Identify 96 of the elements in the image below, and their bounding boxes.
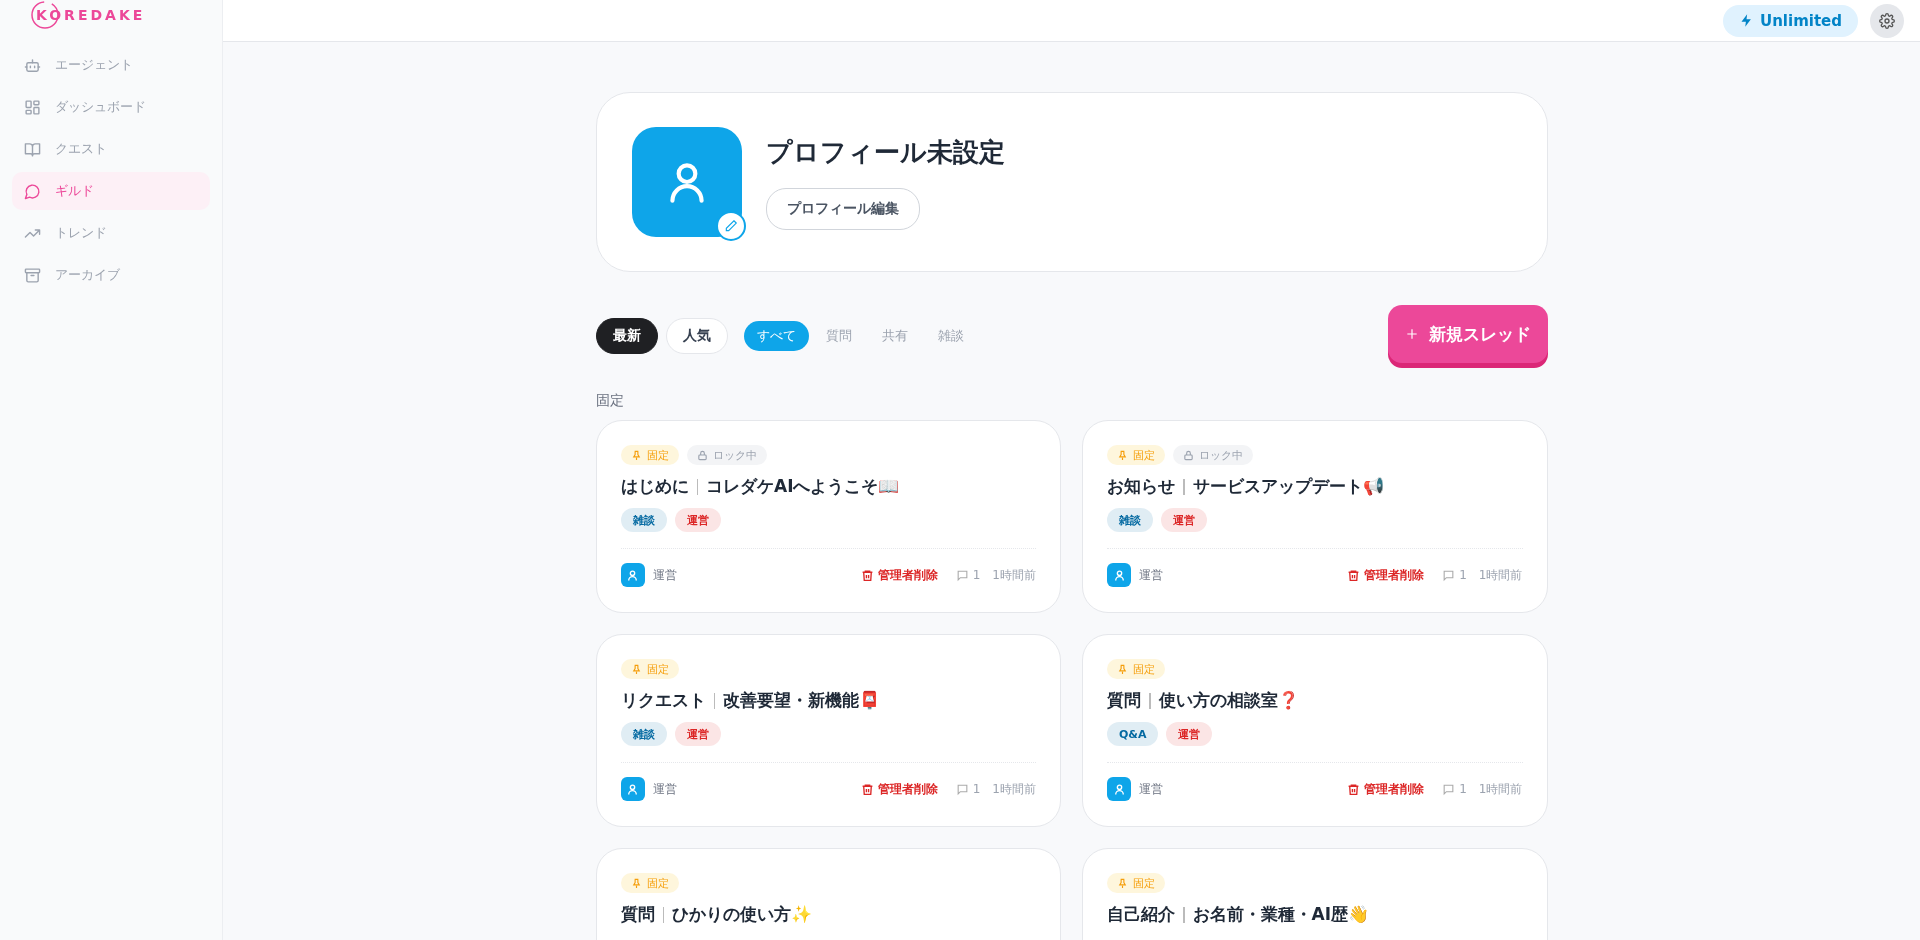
lock-icon	[1183, 449, 1194, 461]
pinned-badge: 固定	[620, 873, 679, 893]
tag: Q&A	[1107, 722, 1159, 746]
sidebar-item[interactable]: エージェント	[12, 46, 210, 84]
comment-icon	[1442, 568, 1456, 582]
thread-card[interactable]: 固定 自己紹介 お名前・業種・AI歴👋	[1082, 848, 1548, 940]
post-time: 1時間前	[992, 566, 1036, 584]
trash-icon	[1347, 782, 1361, 796]
sort-tab[interactable]: 人気	[665, 318, 728, 354]
thread-card[interactable]: 固定 ロック中 お知らせ サービスアップデート📢 雑談 運営 運営 管理者削除 1 1時間前	[1082, 420, 1548, 613]
post-time: 1時間前	[1478, 566, 1523, 584]
pin-icon	[630, 663, 642, 675]
pinned-badge: 固定	[1107, 445, 1165, 465]
admin-delete-button[interactable]: 管理者削除	[860, 566, 938, 584]
comment-icon	[955, 568, 969, 582]
thread-card[interactable]: 固定 質問 使い方の相談室❓ Q&A 運営 運営 管理者削除 1 1時間前	[1082, 634, 1548, 827]
thread-title: ひかりの使い方✨	[672, 903, 812, 926]
post-time: 1時間前	[1478, 780, 1523, 798]
pinned-badge: 固定	[620, 445, 679, 465]
lightning-icon	[1739, 13, 1754, 28]
comment-icon	[955, 782, 969, 796]
tag: 雑談	[1107, 508, 1153, 532]
pin-icon	[630, 449, 642, 461]
edit-profile-button[interactable]: プロフィール編集	[765, 187, 920, 230]
thread-title: 改善要望・新機能📮	[723, 689, 880, 712]
comment-count: 1	[972, 568, 981, 582]
pin-icon	[630, 877, 642, 889]
sidebar-item[interactable]: アーカイブ	[12, 256, 210, 294]
category-tab[interactable]: 雑談	[924, 321, 977, 351]
thread-category: リクエスト	[620, 689, 706, 712]
trash-icon	[860, 568, 874, 582]
admin-delete-button[interactable]: 管理者削除	[1347, 780, 1425, 798]
plan-badge[interactable]: Unlimited	[1723, 4, 1858, 37]
post-time: 1時間前	[992, 780, 1036, 798]
plus-icon	[1404, 327, 1419, 341]
chat-bubble-icon	[24, 182, 41, 200]
thread-card[interactable]: 固定 リクエスト 改善要望・新機能📮 雑談 運営 運営 管理者削除 1 1時間前	[595, 634, 1061, 827]
user-icon	[1112, 568, 1126, 582]
tag: 雑談	[620, 722, 667, 746]
sort-tab[interactable]: 最新	[595, 318, 658, 354]
user-icon	[626, 568, 639, 582]
admin-delete-button[interactable]: 管理者削除	[860, 780, 938, 798]
author-name: 運営	[652, 566, 677, 584]
pinned-badge: 固定	[1107, 659, 1165, 679]
thread-category: はじめに	[620, 475, 689, 498]
pin-icon	[1117, 877, 1128, 889]
locked-badge: ロック中	[686, 445, 767, 465]
settings-icon	[1879, 12, 1895, 29]
robot-icon	[24, 56, 41, 74]
tag: 運営	[674, 508, 721, 532]
pin-icon	[1117, 449, 1128, 461]
user-icon	[1112, 782, 1126, 796]
thread-title: サービスアップデート📢	[1192, 475, 1384, 498]
sidebar-item[interactable]: クエスト	[12, 130, 210, 168]
section-label: 固定	[595, 392, 625, 410]
thread-card[interactable]: 固定 ロック中 はじめに コレダケAIへようこそ📖 雑談 運営 運営 管理者削除 1 1時間前	[595, 420, 1061, 613]
grid-icon	[24, 98, 41, 116]
comment-count: 1	[1459, 568, 1467, 582]
thread-category: 質問	[1107, 689, 1141, 712]
pin-icon	[1117, 663, 1128, 675]
thread-category: お知らせ	[1107, 475, 1175, 498]
lock-icon	[696, 449, 708, 461]
thread-card[interactable]: 固定 質問 ひかりの使い方✨	[595, 848, 1061, 940]
sidebar-item[interactable]: ダッシュボード	[12, 88, 210, 126]
book-icon	[24, 140, 41, 158]
author-name: 運営	[652, 780, 677, 798]
category-tab[interactable]: すべて	[743, 321, 809, 351]
thread-category: 質問	[620, 903, 655, 926]
thread-category: 自己紹介	[1107, 903, 1175, 926]
category-tab[interactable]: 質問	[812, 321, 865, 351]
profile-name: プロフィール未設定	[765, 135, 1005, 169]
user-icon	[626, 782, 639, 796]
comment-count: 1	[1459, 782, 1467, 796]
tag: 運営	[674, 722, 721, 746]
sidebar-item[interactable]: ギルド	[12, 172, 210, 210]
trash-icon	[860, 782, 874, 796]
settings-button[interactable]	[1870, 3, 1904, 38]
locked-badge: ロック中	[1173, 445, 1253, 465]
category-tab[interactable]: 共有	[868, 321, 921, 351]
author-name: 運営	[1139, 566, 1163, 584]
thread-title: お名前・業種・AI歴👋	[1192, 903, 1369, 926]
admin-delete-button[interactable]: 管理者削除	[1347, 566, 1425, 584]
tag: 雑談	[620, 508, 667, 532]
trash-icon	[1347, 568, 1361, 582]
comment-icon	[1442, 782, 1456, 796]
tag: 運営	[1161, 508, 1207, 532]
archive-icon	[24, 266, 41, 284]
pinned-badge: 固定	[1107, 873, 1165, 893]
thread-title: 使い方の相談室❓	[1158, 689, 1299, 712]
author-name: 運営	[1139, 780, 1163, 798]
pinned-badge: 固定	[620, 659, 679, 679]
pencil-icon	[723, 219, 738, 233]
sidebar-item[interactable]: トレンド	[12, 214, 210, 252]
thread-title: コレダケAIへようこそ📖	[706, 475, 900, 498]
comment-count: 1	[972, 782, 981, 796]
tag: 運営	[1166, 722, 1213, 746]
